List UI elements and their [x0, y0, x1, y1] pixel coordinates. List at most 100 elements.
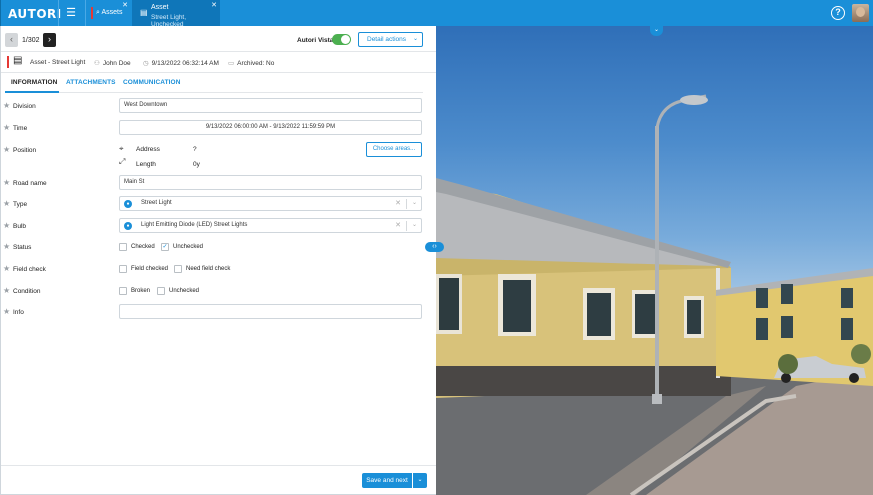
type-select[interactable]: ● Street Light ✕ ⌄: [119, 196, 422, 211]
close-icon[interactable]: ✕: [211, 1, 217, 9]
chevron-down-icon[interactable]: ⌄: [412, 219, 417, 232]
user-icon: ⚇: [94, 60, 100, 67]
archive-icon: ▭: [228, 60, 235, 67]
status-marker: [7, 56, 9, 68]
tab-information[interactable]: INFORMATION: [11, 79, 57, 86]
need-field-check-label: Need field check: [186, 266, 231, 272]
star-icon[interactable]: ★: [3, 145, 10, 154]
star-icon[interactable]: ★: [3, 242, 10, 251]
star-icon[interactable]: ★: [3, 123, 10, 132]
chevron-down-icon[interactable]: ⌄: [412, 197, 417, 210]
condition-unchecked-label: Unchecked: [169, 288, 200, 294]
datetime-meta: ◷ 9/13/2022 06:32:14 AM: [143, 59, 219, 67]
bulb-value: Light Emitting Diode (LED) Street Lights: [141, 222, 248, 228]
active-tab-indicator: [5, 91, 59, 93]
time-label: Time: [13, 125, 28, 132]
vista-label: Autori Vista: [297, 37, 334, 44]
road-label: Road name: [13, 180, 47, 187]
clock-icon: ◷: [143, 60, 149, 67]
tab-asset[interactable]: ▤ Asset Street Light, Unchecked ✕: [132, 0, 220, 28]
unchecked-checkbox[interactable]: ✓: [161, 243, 169, 251]
street-view-image[interactable]: [436, 26, 873, 495]
divider: [85, 0, 86, 26]
checked-label: Checked: [131, 244, 155, 250]
bulb-label: Bulb: [13, 223, 27, 230]
length-label: Length: [136, 161, 156, 168]
address-label: Address: [136, 146, 160, 153]
archived-value: Archived: No: [237, 60, 275, 67]
star-icon[interactable]: ★: [3, 307, 10, 316]
divider: [1, 72, 436, 73]
checked-checkbox[interactable]: [119, 243, 127, 251]
broken-label: Broken: [131, 288, 151, 294]
position-label: Position: [13, 147, 37, 154]
info-label: Info: [13, 309, 24, 316]
clear-icon[interactable]: ✕: [395, 219, 401, 232]
splitter-handle[interactable]: ‹›: [425, 242, 444, 252]
top-bar: AUTORI ☰ ⌕ Assets ✕ ▤ Asset Street Light…: [0, 0, 873, 28]
close-icon[interactable]: ✕: [122, 1, 128, 9]
menu-icon[interactable]: ☰: [65, 7, 77, 19]
condition-unchecked-checkbox[interactable]: [157, 287, 165, 295]
tab-label: ⌕ Assets: [96, 9, 123, 17]
chevron-down-icon[interactable]: ⌄: [413, 473, 427, 488]
detail-actions-button[interactable]: Detail actions ⌄: [358, 32, 423, 47]
info-field[interactable]: [119, 304, 422, 319]
divider: [1, 51, 436, 52]
bulb-icon: ●: [124, 222, 132, 230]
star-icon[interactable]: ★: [3, 178, 10, 187]
time-field[interactable]: 9/13/2022 06:00:00 AM - 9/13/2022 11:59:…: [119, 120, 422, 135]
divider: [59, 92, 423, 93]
clear-icon[interactable]: ✕: [395, 197, 401, 210]
division-field[interactable]: West Downtown: [119, 98, 422, 113]
user-meta: ⚇ John Doe: [94, 59, 131, 67]
address-value: ?: [193, 146, 197, 153]
avatar[interactable]: [852, 4, 869, 22]
clipboard-icon: ▤: [140, 8, 148, 17]
chevron-down-icon: ⌄: [412, 36, 418, 42]
type-icon: ●: [124, 200, 132, 208]
unchecked-label: Unchecked: [173, 244, 204, 250]
prev-button[interactable]: ‹: [5, 33, 18, 47]
map-pin-icon: ⌖: [119, 144, 124, 153]
tab-attachments[interactable]: ATTACHMENTS: [66, 79, 116, 86]
status-label: Status: [13, 244, 32, 251]
type-value: Street Light: [141, 200, 172, 206]
app-logo[interactable]: AUTORI: [8, 7, 62, 21]
tab-assets[interactable]: ⌕ Assets ✕: [87, 0, 131, 26]
divider: [406, 199, 407, 209]
vista-toggle[interactable]: [332, 34, 351, 45]
broken-checkbox[interactable]: [119, 287, 127, 295]
asset-form-panel: [0, 26, 436, 495]
condition-label: Condition: [13, 288, 41, 295]
field-checked-checkbox[interactable]: [119, 265, 127, 273]
user-name: John Doe: [102, 60, 131, 67]
status-marker: [91, 7, 93, 19]
road-field[interactable]: Main St: [119, 175, 422, 190]
need-field-check-checkbox[interactable]: [174, 265, 182, 273]
tab-asset-label: Asset: [151, 4, 169, 11]
divider: [58, 0, 59, 26]
bulb-select[interactable]: ● Light Emitting Diode (LED) Street Ligh…: [119, 218, 422, 233]
star-icon[interactable]: ★: [3, 264, 10, 273]
field-check-label: Field check: [13, 266, 46, 273]
star-icon[interactable]: ★: [3, 221, 10, 230]
next-button[interactable]: ›: [43, 33, 56, 47]
division-label: Division: [13, 103, 36, 110]
type-label: Type: [13, 201, 28, 208]
clipboard-icon: ▤: [13, 55, 23, 66]
star-icon[interactable]: ★: [3, 101, 10, 110]
asset-type: Asset - Street Light: [30, 59, 86, 66]
star-icon[interactable]: ★: [3, 286, 10, 295]
datetime-value: 9/13/2022 06:32:14 AM: [151, 60, 219, 67]
tab-communication[interactable]: COMMUNICATION: [123, 79, 181, 86]
footer-divider: [1, 465, 436, 466]
divider: [406, 221, 407, 231]
save-and-next-button[interactable]: Save and next: [362, 473, 412, 488]
help-icon[interactable]: ?: [831, 6, 845, 20]
length-icon: ⤢: [119, 157, 126, 166]
choose-areas-button[interactable]: Choose areas...: [366, 142, 422, 157]
star-icon[interactable]: ★: [3, 199, 10, 208]
tab-assets-label: Assets: [101, 9, 123, 16]
length-value: 0y: [193, 161, 200, 168]
